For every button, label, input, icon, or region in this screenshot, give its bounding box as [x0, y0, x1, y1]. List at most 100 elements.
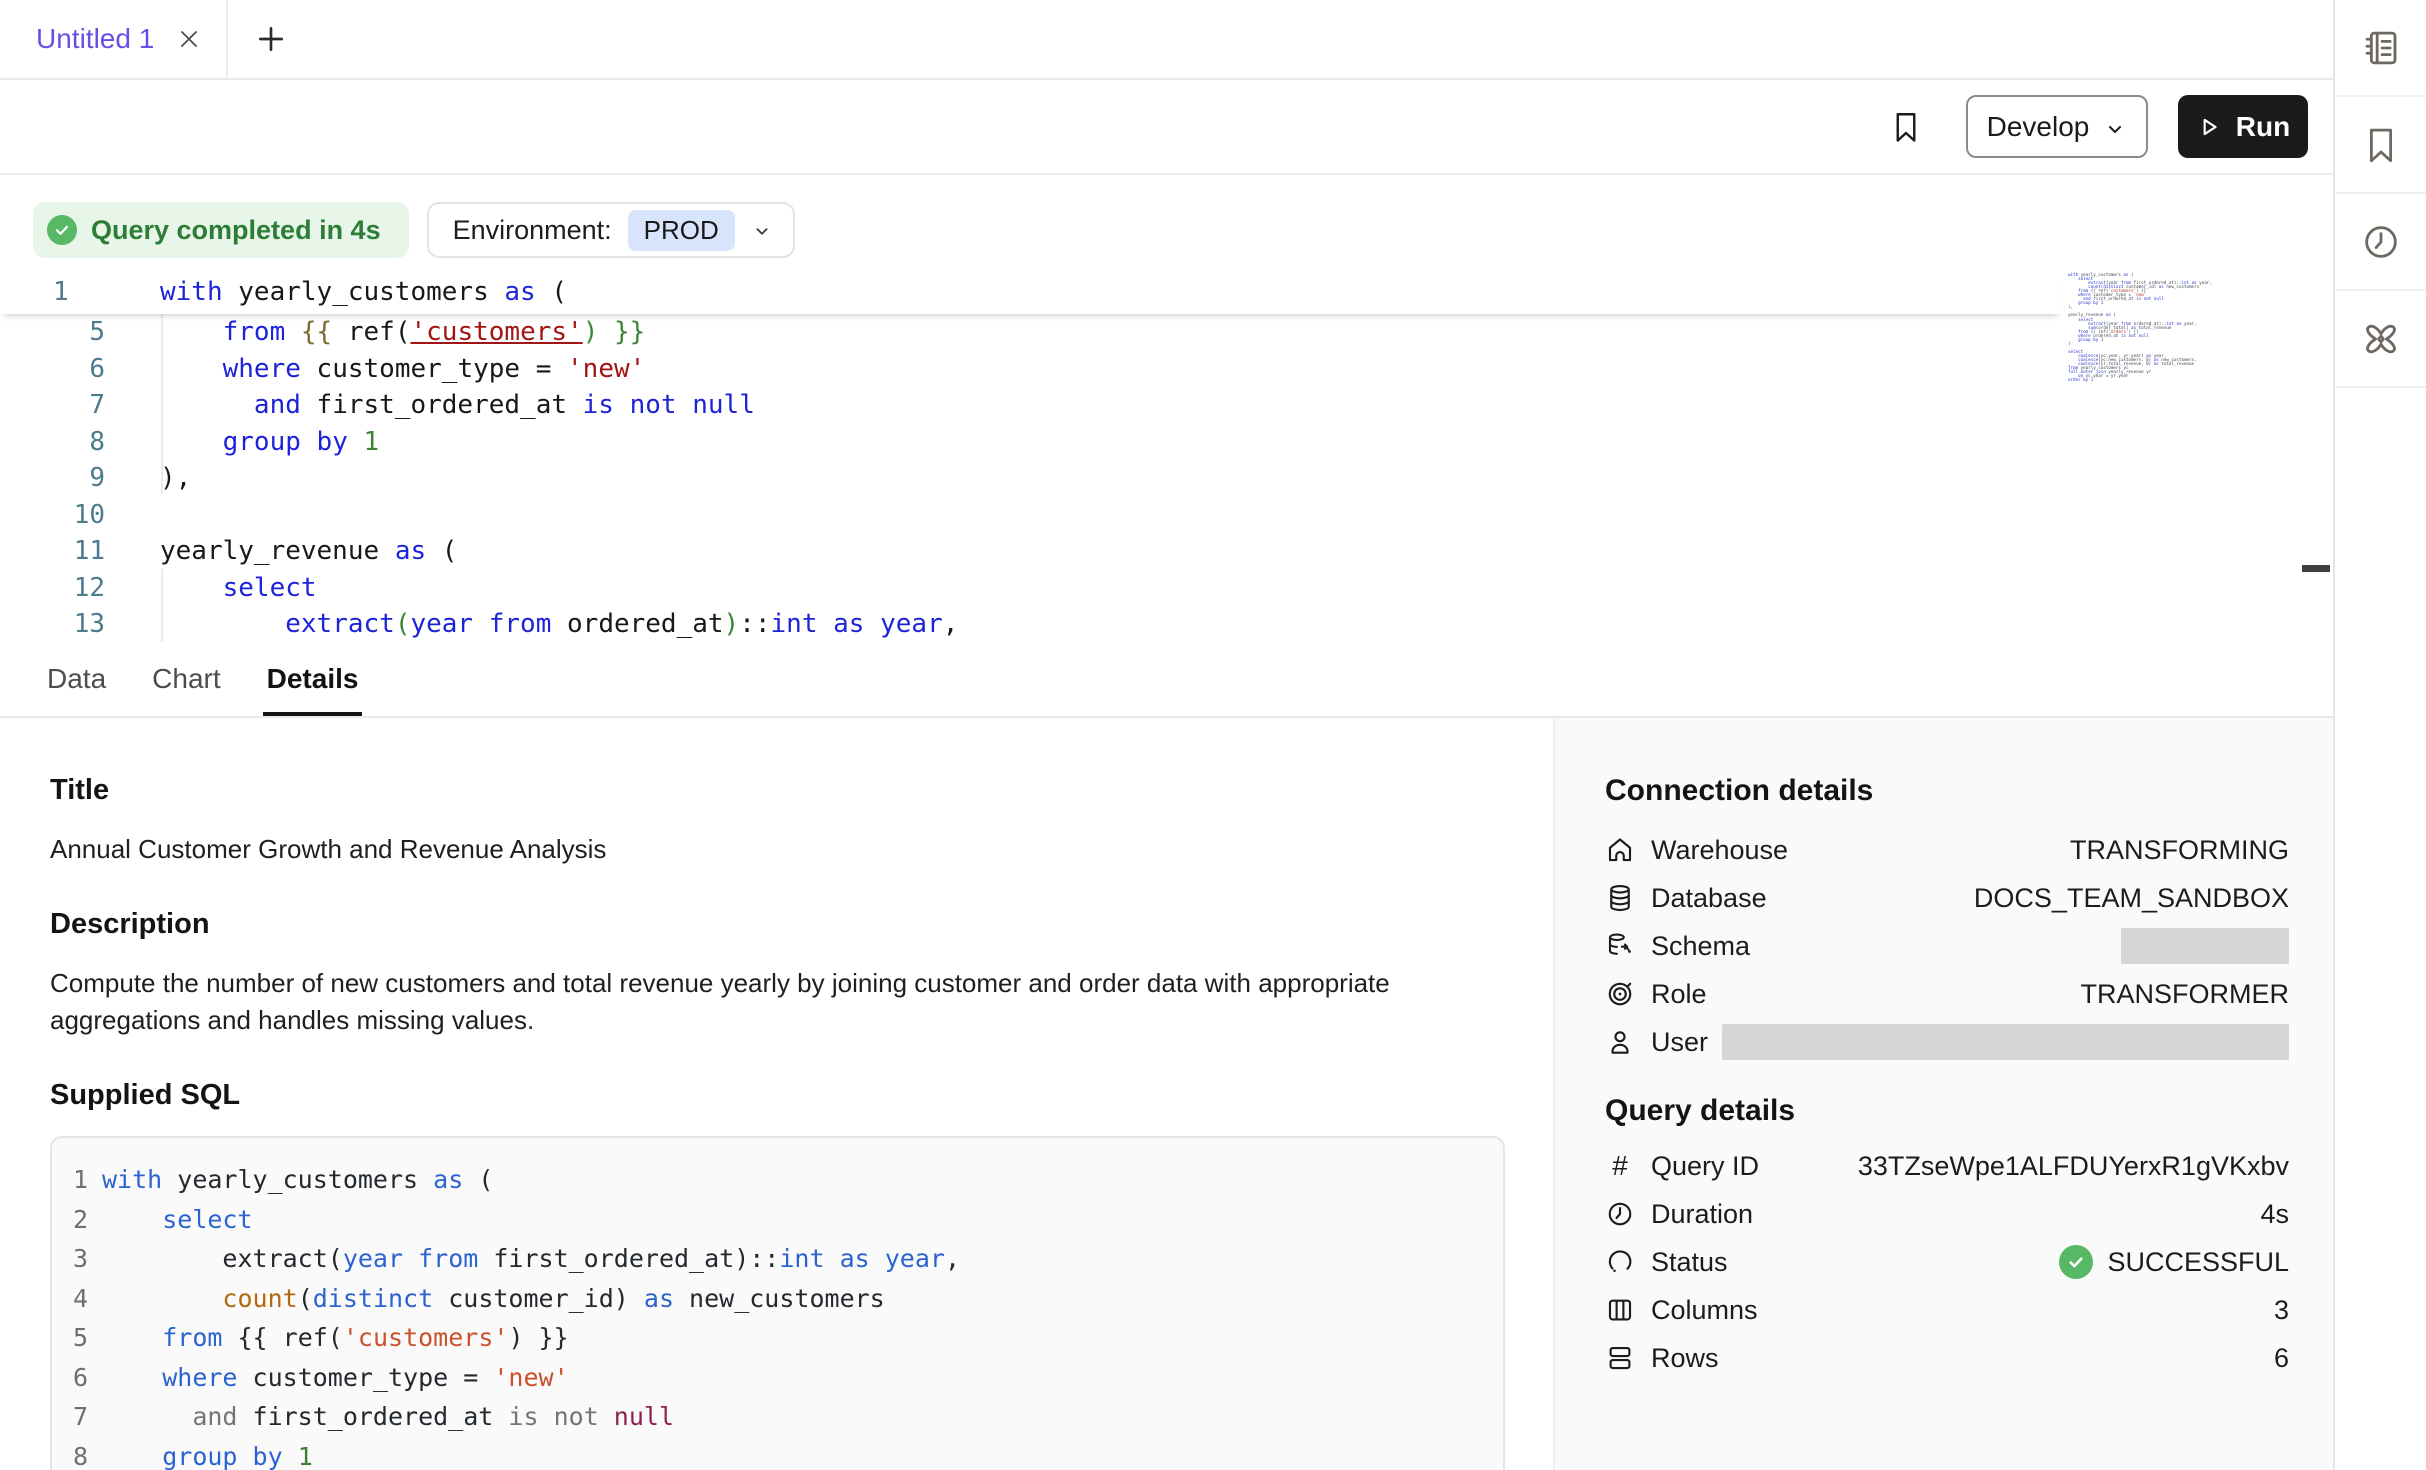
detail-value: DOCS_TEAM_SANDBOX [1974, 883, 2289, 914]
environment-selector[interactable]: Environment: PROD [427, 202, 795, 258]
sticky-scroll-line[interactable]: 1with yearly_customers as ( [0, 270, 2062, 314]
code-line: 9), [0, 460, 2062, 497]
editor-toolbar: Develop Run [0, 80, 2333, 175]
code-line: 3 extract(year from first_ordered_at)::i… [52, 1239, 1503, 1279]
connection-details-rows: Warehouse TRANSFORMING Database DOCS_TEAM_S… [1605, 826, 2289, 1066]
line-number: 8 [0, 427, 105, 457]
detail-label: Duration [1651, 1199, 1753, 1230]
detail-label: Query ID [1651, 1151, 1759, 1182]
line-number: 6 [0, 354, 105, 384]
line-number: 4 [52, 1284, 88, 1313]
detail-value: 6 [2274, 1343, 2289, 1374]
redacted-value [1722, 1024, 2289, 1060]
sql-editor[interactable]: Query completed in 4s Environment: PROD … [0, 175, 2333, 642]
line-number: 10 [0, 500, 105, 530]
tab-details[interactable]: Details [267, 642, 359, 716]
detail-row-rows: Rows 6 [1605, 1334, 2289, 1382]
columns-icon [1605, 1295, 1635, 1325]
close-tab-icon[interactable] [176, 26, 202, 52]
code-line: 4 count(distinct customer_id) as new_cus… [52, 1279, 1503, 1319]
user-icon [1605, 1027, 1635, 1057]
detail-label: Database [1651, 883, 1767, 914]
role-icon [1605, 979, 1635, 1009]
bookmark-icon[interactable] [1888, 106, 1924, 148]
check-circle-icon [2059, 1245, 2093, 1279]
line-number: 5 [0, 317, 105, 347]
detail-row-database: Database DOCS_TEAM_SANDBOX [1605, 874, 2289, 922]
code-line: 8 group by 1 [0, 424, 2062, 461]
code-line: 7 and first_ordered_at is not null [0, 387, 2062, 424]
schema-icon [1605, 931, 1635, 961]
detail-value: 33TZseWpe1ALFDUYerxR1gVKxbv [1858, 1151, 2289, 1182]
line-number: 7 [52, 1402, 88, 1431]
detail-row-schema: Schema [1605, 922, 2289, 970]
detail-label: Rows [1651, 1343, 1719, 1374]
minimap[interactable]: with yearly_customers as ( select extrac… [2068, 273, 2192, 382]
code-line: 5 from {{ ref('customers') }} [0, 314, 2062, 351]
detail-label: Status [1651, 1247, 1728, 1278]
scrollbar-thumb[interactable] [2302, 565, 2330, 572]
query-status-text: Query completed in 4s [91, 215, 381, 246]
code-line: 6 where customer_type = 'new' [52, 1358, 1503, 1398]
details-left-column: Title Annual Customer Growth and Revenue… [0, 718, 1553, 1470]
sidebar-item-canvas[interactable] [2335, 291, 2426, 388]
sidebar-item-notebook[interactable] [2335, 0, 2426, 97]
title-value: Annual Customer Growth and Revenue Analy… [50, 831, 1440, 868]
code-line: 2 select [52, 1200, 1503, 1240]
app-root: Untitled 1 Develop [0, 0, 2426, 1470]
develop-dropdown[interactable]: Develop [1966, 95, 2148, 158]
query-details-rows: #Query ID33TZseWpe1ALFDUYerxR1gVKxbvDura… [1605, 1142, 2289, 1382]
code-line: 13 extract(year from ordered_at)::int as… [0, 606, 2062, 642]
line-number: 1 [52, 1165, 88, 1194]
detail-row-status: Status SUCCESSFUL [1605, 1238, 2289, 1286]
rows-icon [1605, 1343, 1635, 1373]
query-status-badge: Query completed in 4s [33, 202, 409, 258]
canvas-icon [2360, 318, 2402, 360]
line-number: 6 [52, 1363, 88, 1392]
detail-row-query-id: #Query ID33TZseWpe1ALFDUYerxR1gVKxbv [1605, 1142, 2289, 1190]
detail-label: User [1651, 1027, 1708, 1058]
detail-label: Schema [1651, 931, 1750, 962]
supplied-sql-heading: Supplied SQL [50, 1079, 1553, 1112]
tab-label: Untitled 1 [36, 23, 154, 55]
detail-row-user: User [1605, 1018, 2289, 1066]
detail-label: Role [1651, 979, 1707, 1010]
chevron-down-icon [2103, 116, 2127, 140]
line-number: 1 [0, 277, 105, 307]
run-button[interactable]: Run [2178, 95, 2308, 158]
details-panel: Title Annual Customer Growth and Revenue… [0, 718, 2333, 1470]
description-heading: Description [50, 908, 1553, 941]
code-line: 6 where customer_type = 'new' [0, 351, 2062, 388]
detail-label: Columns [1651, 1295, 1758, 1326]
tab-data[interactable]: Data [47, 642, 106, 716]
code-line: 7 and first_ordered_at is not null [52, 1397, 1503, 1437]
warehouse-icon [1605, 835, 1635, 865]
right-sidebar [2333, 0, 2426, 1470]
detail-value: TRANSFORMING [2070, 835, 2289, 866]
editor-code-lines[interactable]: 5 from {{ ref('customers') }}6 where cus… [0, 314, 2062, 642]
detail-value: 3 [2274, 1295, 2289, 1326]
code-line: 1with yearly_customers as ( [52, 1160, 1503, 1200]
chevron-down-icon [751, 220, 773, 242]
detail-row-warehouse: Warehouse TRANSFORMING [1605, 826, 2289, 874]
code-line: 12 select [0, 570, 2062, 607]
line-number: 5 [52, 1323, 88, 1352]
detail-value: SUCCESSFUL [2107, 1247, 2289, 1278]
detail-row-role: RoleTRANSFORMER [1605, 970, 2289, 1018]
supplied-sql-block: 1with yearly_customers as (2 select3 ext… [50, 1136, 1505, 1470]
detail-label: Warehouse [1651, 835, 1788, 866]
result-tab-bar: Data Chart Details [0, 642, 2333, 718]
environment-value-badge: PROD [628, 210, 735, 251]
environment-label: Environment: [453, 215, 612, 246]
sidebar-item-bookmarks[interactable] [2335, 97, 2426, 194]
redacted-value [2121, 928, 2289, 964]
tab-untitled-1[interactable]: Untitled 1 [0, 0, 228, 78]
new-tab-button[interactable] [228, 0, 314, 78]
sidebar-item-history[interactable] [2335, 194, 2426, 291]
query-details-heading: Query details [1605, 1094, 2289, 1128]
develop-label: Develop [1987, 111, 2090, 143]
code-line: 5 from {{ ref('customers') }} [52, 1318, 1503, 1358]
detail-row-duration: Duration4s [1605, 1190, 2289, 1238]
tab-chart[interactable]: Chart [152, 642, 220, 716]
tab-bar: Untitled 1 [0, 0, 2333, 80]
